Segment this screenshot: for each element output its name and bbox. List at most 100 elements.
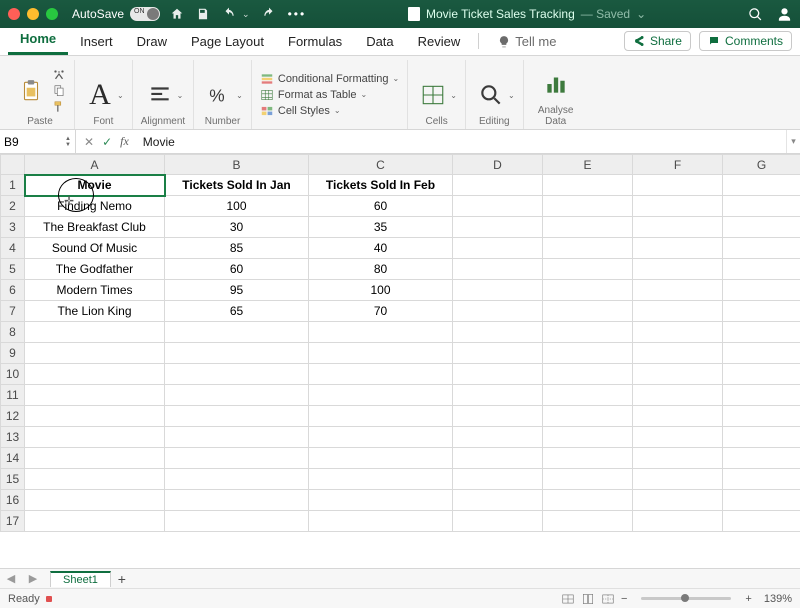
cell[interactable] — [165, 364, 309, 385]
cell[interactable] — [723, 406, 800, 427]
row-header[interactable]: 17 — [1, 511, 25, 532]
cell[interactable] — [633, 217, 723, 238]
format-painter-icon[interactable] — [52, 100, 66, 114]
cell[interactable] — [309, 322, 453, 343]
cell[interactable] — [723, 364, 800, 385]
cell[interactable] — [453, 406, 543, 427]
undo-icon[interactable] — [222, 7, 236, 21]
cell[interactable] — [543, 427, 633, 448]
cell[interactable] — [309, 385, 453, 406]
cell[interactable] — [633, 238, 723, 259]
cell[interactable] — [723, 490, 800, 511]
number-format-button[interactable]: % — [202, 76, 236, 114]
cell[interactable]: Tickets Sold In Jan — [165, 175, 309, 196]
fx-icon[interactable]: fx — [120, 134, 129, 149]
cell[interactable] — [453, 511, 543, 532]
select-all-corner[interactable] — [1, 155, 25, 175]
cell[interactable] — [165, 490, 309, 511]
spreadsheet-grid[interactable]: ✛ A B C D E F G 1MovieTickets Sold In Ja… — [0, 154, 800, 568]
cell[interactable] — [543, 448, 633, 469]
cell[interactable]: Finding Nemo — [25, 196, 165, 217]
cell[interactable]: 60 — [309, 196, 453, 217]
cell[interactable] — [25, 427, 165, 448]
cell[interactable] — [543, 343, 633, 364]
formula-expand-icon[interactable]: ▾ — [786, 130, 800, 153]
font-button[interactable]: A — [83, 76, 117, 114]
sheet-nav-prev-icon[interactable]: ◀ — [0, 572, 22, 585]
zoom-percent[interactable]: 139% — [764, 593, 792, 605]
cell[interactable]: 70 — [309, 301, 453, 322]
cell[interactable] — [543, 469, 633, 490]
cell[interactable]: Tickets Sold In Feb — [309, 175, 453, 196]
cell[interactable] — [543, 301, 633, 322]
cell[interactable]: 100 — [165, 196, 309, 217]
tab-tell-me[interactable]: Tell me — [485, 34, 568, 55]
font-menu-chevron-icon[interactable]: ⌄ — [117, 91, 124, 100]
save-status-caret[interactable]: ⌄ — [636, 7, 646, 21]
tab-data[interactable]: Data — [354, 34, 405, 55]
cell[interactable] — [723, 259, 800, 280]
cell[interactable] — [633, 406, 723, 427]
cells-menu-chevron-icon[interactable]: ⌄ — [450, 91, 457, 100]
cell[interactable] — [453, 343, 543, 364]
col-header-d[interactable]: D — [453, 155, 543, 175]
cell[interactable] — [25, 385, 165, 406]
normal-view-icon[interactable] — [561, 592, 575, 606]
cell[interactable] — [633, 385, 723, 406]
cell[interactable] — [453, 196, 543, 217]
analyse-data-button[interactable] — [539, 65, 573, 103]
cell[interactable] — [25, 469, 165, 490]
cell[interactable] — [25, 490, 165, 511]
cell[interactable] — [543, 511, 633, 532]
cell[interactable] — [543, 196, 633, 217]
cell[interactable] — [543, 280, 633, 301]
row-header[interactable]: 13 — [1, 427, 25, 448]
cell[interactable] — [723, 511, 800, 532]
format-as-table-button[interactable]: Format as Table⌄ — [260, 88, 399, 102]
name-box-stepper[interactable]: ▲▼ — [65, 136, 71, 148]
cell[interactable] — [453, 322, 543, 343]
cell[interactable] — [25, 364, 165, 385]
minimize-window-icon[interactable] — [27, 8, 39, 20]
row-header[interactable]: 7 — [1, 301, 25, 322]
cell[interactable] — [165, 469, 309, 490]
name-box[interactable]: B9 ▲▼ — [0, 130, 76, 153]
home-icon[interactable] — [170, 7, 184, 21]
cell[interactable]: 35 — [309, 217, 453, 238]
tab-home[interactable]: Home — [8, 31, 68, 55]
cell[interactable] — [633, 490, 723, 511]
cell[interactable]: The Lion King — [25, 301, 165, 322]
col-header-g[interactable]: G — [723, 155, 800, 175]
cancel-formula-icon[interactable]: ✕ — [84, 135, 94, 149]
cell[interactable] — [543, 259, 633, 280]
cell[interactable] — [165, 448, 309, 469]
cell[interactable] — [309, 448, 453, 469]
zoom-out-button[interactable]: − — [621, 593, 627, 605]
cell[interactable]: Sound Of Music — [25, 238, 165, 259]
row-header[interactable]: 9 — [1, 343, 25, 364]
cell[interactable] — [723, 448, 800, 469]
cell[interactable] — [453, 259, 543, 280]
cell[interactable] — [165, 385, 309, 406]
macro-record-icon[interactable] — [46, 596, 52, 602]
cell[interactable] — [453, 238, 543, 259]
row-header[interactable]: 2 — [1, 196, 25, 217]
share-button[interactable]: Share — [624, 31, 691, 51]
maximize-window-icon[interactable] — [46, 8, 58, 20]
row-header[interactable]: 1 — [1, 175, 25, 196]
cell[interactable] — [453, 490, 543, 511]
cell[interactable]: 85 — [165, 238, 309, 259]
comments-button[interactable]: Comments — [699, 31, 792, 51]
tab-review[interactable]: Review — [406, 34, 473, 55]
cell[interactable] — [633, 343, 723, 364]
cell[interactable] — [723, 175, 800, 196]
tab-insert[interactable]: Insert — [68, 34, 125, 55]
cell[interactable] — [543, 238, 633, 259]
autosave-toggle[interactable]: AutoSave ON — [72, 7, 160, 21]
cell[interactable] — [309, 427, 453, 448]
cell[interactable] — [723, 469, 800, 490]
editing-menu-chevron-icon[interactable]: ⌄ — [508, 91, 515, 100]
cell[interactable] — [165, 322, 309, 343]
cells-button[interactable] — [416, 76, 450, 114]
cell[interactable]: 60 — [165, 259, 309, 280]
